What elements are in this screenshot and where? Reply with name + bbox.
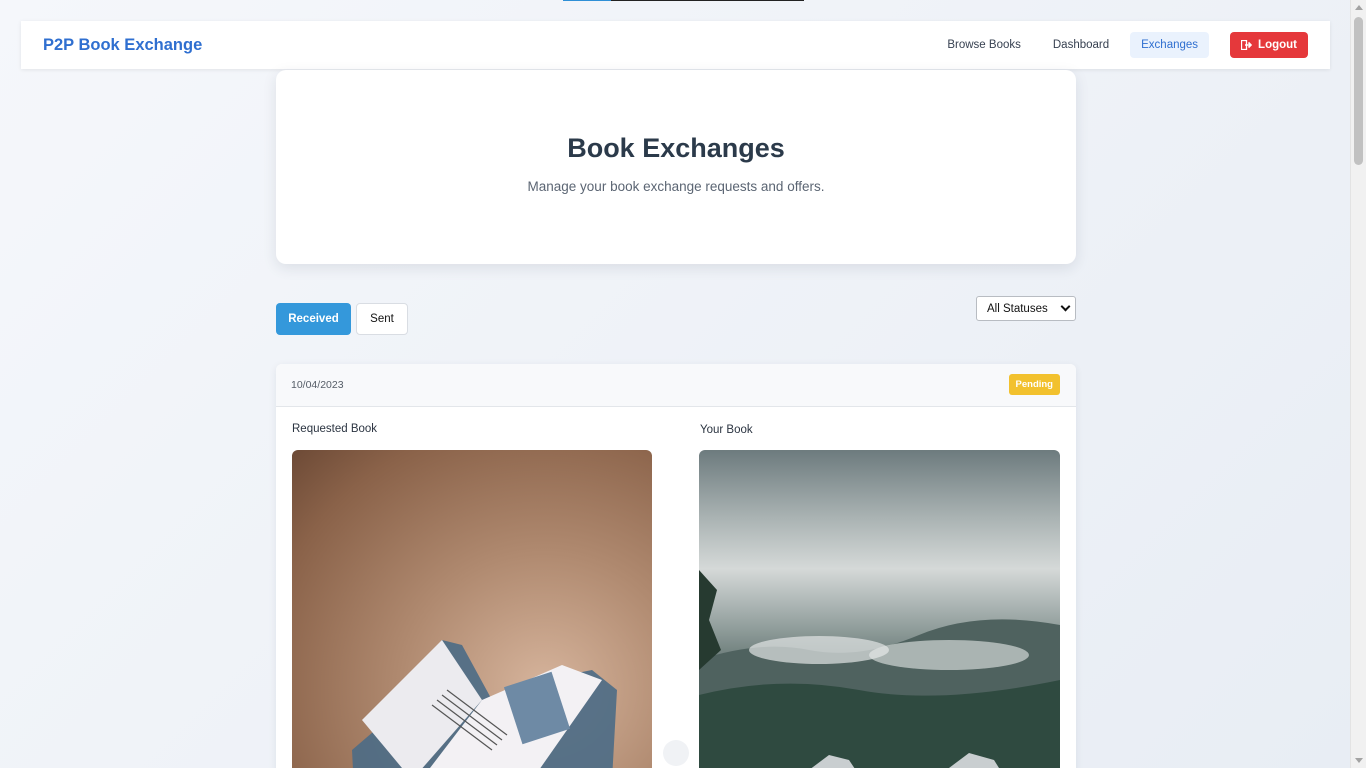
sign-out-icon: [1241, 40, 1253, 50]
chevron-down-icon: [1060, 301, 1071, 312]
exchange-date: 10/04/2023: [291, 379, 344, 391]
loading-progress-bar: [563, 0, 804, 1]
page-subtitle: Manage your book exchange requests and o…: [527, 179, 825, 194]
logout-button[interactable]: Logout: [1230, 32, 1308, 58]
page-header-card: Book Exchanges Manage your book exchange…: [276, 70, 1076, 264]
requested-book-image[interactable]: [292, 450, 652, 768]
scrollbar-thumb[interactable]: [1354, 17, 1363, 165]
top-navbar: P2P Book Exchange Browse Books Dashboard…: [21, 21, 1330, 69]
nav-link-browse-books[interactable]: Browse Books: [936, 32, 1032, 58]
mountain-landscape-illustration: [699, 570, 1060, 768]
loading-progress-fill: [563, 0, 612, 1]
logout-label: Logout: [1258, 39, 1297, 51]
status-filter-value: All Statuses: [987, 302, 1048, 315]
exchange-card: 10/04/2023 Pending Requested Book Your B…: [276, 364, 1076, 768]
status-badge: Pending: [1008, 374, 1060, 395]
brand-logo[interactable]: P2P Book Exchange: [43, 36, 202, 55]
requested-book-label: Requested Book: [292, 423, 378, 435]
exchange-card-header: 10/04/2023 Pending: [276, 364, 1076, 407]
nav-link-exchanges[interactable]: Exchanges: [1130, 32, 1210, 58]
your-book-image[interactable]: [699, 450, 1060, 768]
page-scrollbar[interactable]: [1350, 0, 1366, 768]
open-book-illustration: [352, 640, 617, 768]
scroll-down-arrow-icon[interactable]: [1355, 758, 1363, 763]
your-book-label: Your Book: [700, 424, 753, 436]
nav-links: Browse Books Dashboard Exchanges Logout: [926, 21, 1308, 69]
nav-link-dashboard[interactable]: Dashboard: [1042, 32, 1120, 58]
scroll-up-arrow-icon[interactable]: [1355, 5, 1363, 10]
page-title: Book Exchanges: [567, 133, 785, 163]
tab-received[interactable]: Received: [276, 303, 351, 335]
swap-indicator: [663, 740, 689, 766]
tab-sent[interactable]: Sent: [356, 303, 408, 335]
status-filter-select[interactable]: All Statuses: [976, 296, 1076, 321]
